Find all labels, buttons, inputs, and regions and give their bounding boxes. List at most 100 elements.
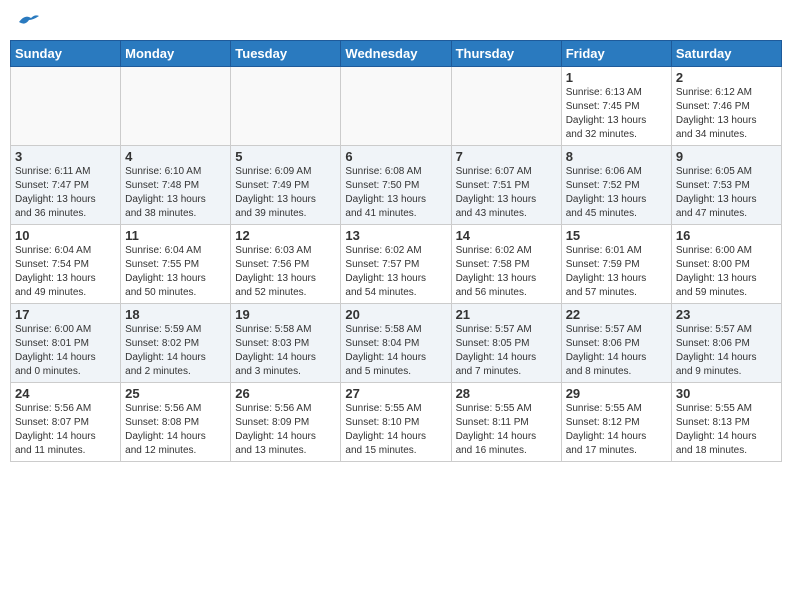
- calendar-cell: 19Sunrise: 5:58 AMSunset: 8:03 PMDayligh…: [231, 304, 341, 383]
- day-number: 20: [345, 307, 446, 322]
- weekday-header-friday: Friday: [561, 41, 671, 67]
- day-info: Sunrise: 5:57 AMSunset: 8:06 PMDaylight:…: [676, 323, 777, 379]
- weekday-header-saturday: Saturday: [671, 41, 781, 67]
- calendar-cell: 7Sunrise: 6:07 AMSunset: 7:51 PMDaylight…: [451, 146, 561, 225]
- calendar-cell: 9Sunrise: 6:05 AMSunset: 7:53 PMDaylight…: [671, 146, 781, 225]
- calendar-cell: 30Sunrise: 5:55 AMSunset: 8:13 PMDayligh…: [671, 383, 781, 462]
- day-info: Sunrise: 5:56 AMSunset: 8:07 PMDaylight:…: [15, 402, 116, 458]
- day-number: 6: [345, 149, 446, 164]
- day-number: 13: [345, 228, 446, 243]
- day-info: Sunrise: 5:56 AMSunset: 8:08 PMDaylight:…: [125, 402, 226, 458]
- calendar-cell: 28Sunrise: 5:55 AMSunset: 8:11 PMDayligh…: [451, 383, 561, 462]
- day-info: Sunrise: 6:00 AMSunset: 8:00 PMDaylight:…: [676, 244, 777, 300]
- calendar-cell: 2Sunrise: 6:12 AMSunset: 7:46 PMDaylight…: [671, 67, 781, 146]
- calendar-cell: 5Sunrise: 6:09 AMSunset: 7:49 PMDaylight…: [231, 146, 341, 225]
- day-info: Sunrise: 5:55 AMSunset: 8:10 PMDaylight:…: [345, 402, 446, 458]
- day-number: 15: [566, 228, 667, 243]
- calendar-cell: 25Sunrise: 5:56 AMSunset: 8:08 PMDayligh…: [121, 383, 231, 462]
- weekday-header-tuesday: Tuesday: [231, 41, 341, 67]
- day-number: 2: [676, 70, 777, 85]
- day-info: Sunrise: 6:07 AMSunset: 7:51 PMDaylight:…: [456, 165, 557, 221]
- calendar-cell: [11, 67, 121, 146]
- day-number: 29: [566, 386, 667, 401]
- day-info: Sunrise: 6:04 AMSunset: 7:54 PMDaylight:…: [15, 244, 116, 300]
- calendar-cell: 11Sunrise: 6:04 AMSunset: 7:55 PMDayligh…: [121, 225, 231, 304]
- calendar-cell: 1Sunrise: 6:13 AMSunset: 7:45 PMDaylight…: [561, 67, 671, 146]
- calendar-cell: 16Sunrise: 6:00 AMSunset: 8:00 PMDayligh…: [671, 225, 781, 304]
- calendar-cell: [451, 67, 561, 146]
- weekday-header-wednesday: Wednesday: [341, 41, 451, 67]
- calendar-cell: [231, 67, 341, 146]
- calendar-week-row: 24Sunrise: 5:56 AMSunset: 8:07 PMDayligh…: [11, 383, 782, 462]
- calendar-cell: 26Sunrise: 5:56 AMSunset: 8:09 PMDayligh…: [231, 383, 341, 462]
- day-number: 17: [15, 307, 116, 322]
- day-info: Sunrise: 6:06 AMSunset: 7:52 PMDaylight:…: [566, 165, 667, 221]
- day-number: 11: [125, 228, 226, 243]
- calendar-cell: 13Sunrise: 6:02 AMSunset: 7:57 PMDayligh…: [341, 225, 451, 304]
- calendar-cell: 18Sunrise: 5:59 AMSunset: 8:02 PMDayligh…: [121, 304, 231, 383]
- calendar-cell: 15Sunrise: 6:01 AMSunset: 7:59 PMDayligh…: [561, 225, 671, 304]
- day-info: Sunrise: 6:13 AMSunset: 7:45 PMDaylight:…: [566, 86, 667, 142]
- calendar-week-row: 10Sunrise: 6:04 AMSunset: 7:54 PMDayligh…: [11, 225, 782, 304]
- day-number: 14: [456, 228, 557, 243]
- day-info: Sunrise: 5:57 AMSunset: 8:05 PMDaylight:…: [456, 323, 557, 379]
- calendar-cell: 17Sunrise: 6:00 AMSunset: 8:01 PMDayligh…: [11, 304, 121, 383]
- day-info: Sunrise: 5:58 AMSunset: 8:03 PMDaylight:…: [235, 323, 336, 379]
- day-info: Sunrise: 6:05 AMSunset: 7:53 PMDaylight:…: [676, 165, 777, 221]
- weekday-header-monday: Monday: [121, 41, 231, 67]
- calendar-week-row: 1Sunrise: 6:13 AMSunset: 7:45 PMDaylight…: [11, 67, 782, 146]
- day-number: 16: [676, 228, 777, 243]
- logo-bird-icon: [17, 12, 39, 30]
- day-number: 4: [125, 149, 226, 164]
- logo: [10, 10, 43, 34]
- day-number: 9: [676, 149, 777, 164]
- day-number: 3: [15, 149, 116, 164]
- calendar-cell: 3Sunrise: 6:11 AMSunset: 7:47 PMDaylight…: [11, 146, 121, 225]
- calendar-cell: 20Sunrise: 5:58 AMSunset: 8:04 PMDayligh…: [341, 304, 451, 383]
- day-info: Sunrise: 5:57 AMSunset: 8:06 PMDaylight:…: [566, 323, 667, 379]
- calendar-cell: 14Sunrise: 6:02 AMSunset: 7:58 PMDayligh…: [451, 225, 561, 304]
- calendar-header-row: SundayMondayTuesdayWednesdayThursdayFrid…: [11, 41, 782, 67]
- calendar-cell: 10Sunrise: 6:04 AMSunset: 7:54 PMDayligh…: [11, 225, 121, 304]
- day-info: Sunrise: 5:55 AMSunset: 8:12 PMDaylight:…: [566, 402, 667, 458]
- day-number: 22: [566, 307, 667, 322]
- day-info: Sunrise: 6:12 AMSunset: 7:46 PMDaylight:…: [676, 86, 777, 142]
- day-number: 28: [456, 386, 557, 401]
- day-number: 18: [125, 307, 226, 322]
- day-info: Sunrise: 5:59 AMSunset: 8:02 PMDaylight:…: [125, 323, 226, 379]
- day-number: 24: [15, 386, 116, 401]
- day-number: 30: [676, 386, 777, 401]
- day-number: 21: [456, 307, 557, 322]
- day-number: 1: [566, 70, 667, 85]
- day-info: Sunrise: 5:56 AMSunset: 8:09 PMDaylight:…: [235, 402, 336, 458]
- calendar-cell: 8Sunrise: 6:06 AMSunset: 7:52 PMDaylight…: [561, 146, 671, 225]
- calendar-cell: 22Sunrise: 5:57 AMSunset: 8:06 PMDayligh…: [561, 304, 671, 383]
- calendar-cell: 4Sunrise: 6:10 AMSunset: 7:48 PMDaylight…: [121, 146, 231, 225]
- weekday-header-thursday: Thursday: [451, 41, 561, 67]
- day-number: 25: [125, 386, 226, 401]
- day-number: 26: [235, 386, 336, 401]
- day-info: Sunrise: 6:02 AMSunset: 7:57 PMDaylight:…: [345, 244, 446, 300]
- day-info: Sunrise: 5:58 AMSunset: 8:04 PMDaylight:…: [345, 323, 446, 379]
- weekday-header-sunday: Sunday: [11, 41, 121, 67]
- day-info: Sunrise: 6:03 AMSunset: 7:56 PMDaylight:…: [235, 244, 336, 300]
- day-info: Sunrise: 6:11 AMSunset: 7:47 PMDaylight:…: [15, 165, 116, 221]
- calendar-cell: 29Sunrise: 5:55 AMSunset: 8:12 PMDayligh…: [561, 383, 671, 462]
- calendar-week-row: 17Sunrise: 6:00 AMSunset: 8:01 PMDayligh…: [11, 304, 782, 383]
- day-number: 10: [15, 228, 116, 243]
- day-number: 5: [235, 149, 336, 164]
- day-info: Sunrise: 6:02 AMSunset: 7:58 PMDaylight:…: [456, 244, 557, 300]
- calendar-cell: [341, 67, 451, 146]
- day-info: Sunrise: 6:01 AMSunset: 7:59 PMDaylight:…: [566, 244, 667, 300]
- day-info: Sunrise: 6:10 AMSunset: 7:48 PMDaylight:…: [125, 165, 226, 221]
- day-number: 8: [566, 149, 667, 164]
- calendar-cell: 24Sunrise: 5:56 AMSunset: 8:07 PMDayligh…: [11, 383, 121, 462]
- day-info: Sunrise: 6:04 AMSunset: 7:55 PMDaylight:…: [125, 244, 226, 300]
- calendar-table: SundayMondayTuesdayWednesdayThursdayFrid…: [10, 40, 782, 462]
- page-header: [10, 10, 782, 34]
- calendar-cell: 21Sunrise: 5:57 AMSunset: 8:05 PMDayligh…: [451, 304, 561, 383]
- calendar-cell: 12Sunrise: 6:03 AMSunset: 7:56 PMDayligh…: [231, 225, 341, 304]
- day-info: Sunrise: 6:09 AMSunset: 7:49 PMDaylight:…: [235, 165, 336, 221]
- day-number: 12: [235, 228, 336, 243]
- day-number: 7: [456, 149, 557, 164]
